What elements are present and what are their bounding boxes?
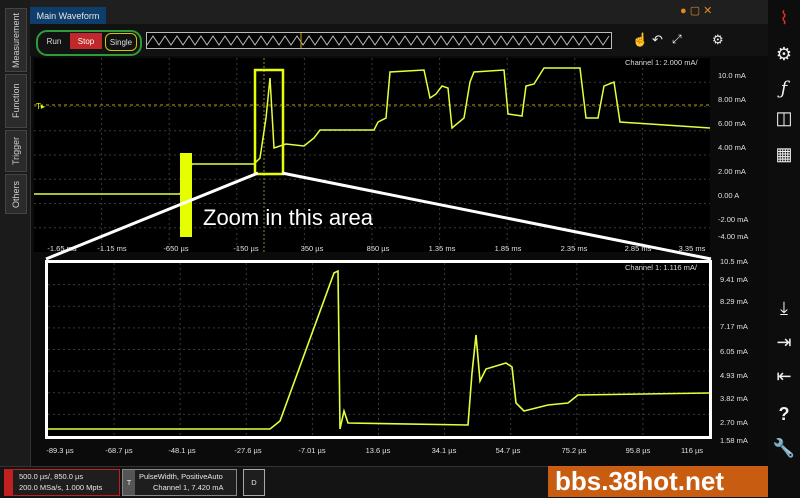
zoom-plot-svg [48,263,710,436]
layout-split-icon[interactable]: ◫ [770,104,798,132]
zoom-y-tick: 4.93 mA [720,371,748,380]
import-icon[interactable]: ⇥ [770,328,798,356]
tools-wrench-icon[interactable]: 🔧 [770,434,798,462]
timebase-line2: 200.0 MSa/s, 1.000 Mpts [19,483,103,492]
zoom-y-tick: 10.5 mA [720,257,748,266]
zoom-y-tick: 6.05 mA [720,347,748,356]
timebase-line1: 500.0 µs/, 850.0 µs [19,472,84,481]
zoom-x-tick: -68.7 µs [105,446,133,455]
digital-badge[interactable]: D [243,469,265,496]
math-function-icon[interactable]: ƒ [770,74,798,102]
zoom-x-tick: 34.1 µs [431,446,457,455]
watermark-text: bbs.38hot.net [555,466,725,496]
zoom-x-tick: -89.3 µs [46,446,74,455]
zoom-x-tick: -48.1 µs [168,446,196,455]
zoom-x-tick: 116 µs [680,446,704,455]
trigger-line1: PulseWidth, PositiveAuto [139,472,223,481]
trigger-info[interactable]: T PulseWidth, PositiveAuto Channel 1, 7.… [122,469,237,496]
trigger-badge: T [123,470,135,495]
zoom-y-tick: 8.29 mA [720,297,748,306]
zoom-x-tick: -7.01 µs [298,446,326,455]
zoom-y-tick: 7.17 mA [720,322,748,331]
zoom-y-tick: 9.41 mA [720,275,748,284]
zoom-x-tick: 54.7 µs [495,446,521,455]
zoom-x-tick: 95.8 µs [625,446,651,455]
help-icon[interactable]: ? [770,400,798,428]
annotation-text: Zoom in this area [203,205,373,230]
zoom-y-tick: 3.82 mA [720,394,748,403]
export-icon[interactable]: ⇤ [770,362,798,390]
zoom-x-tick: -27.6 µs [234,446,262,455]
zoom-x-tick: 13.6 µs [365,446,391,455]
zoomed-waveform-plot[interactable] [45,260,712,439]
trigger-line2: Channel 1, 7.420 mA [153,483,224,492]
zoom-channel-label: Channel 1: 1.116 mA/ [625,263,697,272]
timebase-info[interactable]: 500.0 µs/, 850.0 µs 200.0 MSa/s, 1.000 M… [4,469,120,496]
zoom-y-tick: 2.70 mA [720,418,748,427]
channel-settings-icon[interactable]: ⚙ [770,40,798,68]
zoom-y-tick: 1.58 mA [720,436,748,445]
zoom-x-tick: 75.2 µs [561,446,587,455]
save-export-icon[interactable]: ⤓ [770,294,798,322]
signal-pulse-icon[interactable]: ⌇ [770,4,798,32]
measure-table-icon[interactable]: ▦ [770,140,798,168]
timebase-color-strip [5,470,13,495]
